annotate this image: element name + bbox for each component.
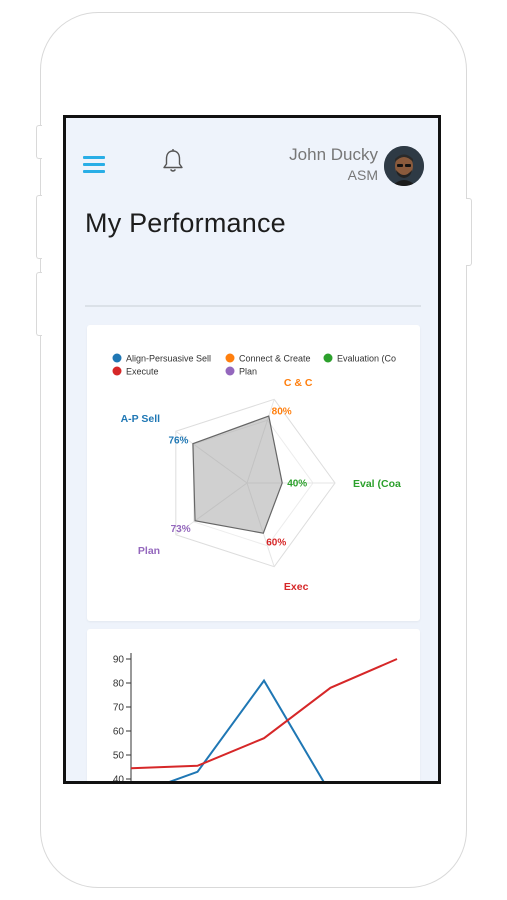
radar-axis-label-2: Exec [284,581,309,593]
phone-silent-switch [36,125,42,159]
radar-axis-label-3: Plan [138,545,160,557]
legend-label-1: Connect & Create [239,354,311,364]
legend-marker-0 [112,353,122,363]
legend-marker-2 [323,353,333,363]
legend-marker-3 [112,366,122,376]
line-series-1 [130,658,398,770]
radar-chart: Align-Persuasive Sell Connect & Create Eva… [112,353,401,593]
user-role: ASM [347,167,378,183]
line-chart-card: 40 50 60 70 80 90 [87,629,420,785]
radar-value-label-2: 60% [266,538,286,549]
legend-marker-1 [225,353,235,363]
legend-label-0: Align-Persuasive Sell [126,354,211,364]
line-chart: 40 50 60 70 80 90 [113,653,398,785]
y-tick-label-60: 60 [113,727,125,738]
radar-value-label-3: 73% [171,524,191,535]
phone-volume-down-button [36,272,42,336]
radar-axis-label-4: A-P Sell [121,413,161,425]
app-header: John Ducky ASM [66,118,438,198]
user-avatar[interactable] [384,146,424,186]
radar-data-area [192,415,283,534]
radar-axis-label-0: C & C [284,377,313,389]
bell-icon[interactable] [162,148,184,174]
hamburger-menu-icon[interactable] [83,156,105,173]
line-series-0 [169,678,325,781]
y-tick-label-40: 40 [113,775,125,785]
phone-power-button [466,198,472,266]
header-divider [85,305,421,307]
legend-label-3: Execute [126,367,159,377]
user-name: John Ducky [289,145,378,164]
legend-label-4: Plan [239,367,257,377]
radar-axis-label-1: Eval (Coa [353,478,401,490]
radar-chart-card: Align-Persuasive Sell Connect & Create Eva… [87,325,420,621]
phone-volume-up-button [36,195,42,259]
y-tick-label-70: 70 [113,703,125,714]
radar-value-label-0: 80% [272,407,292,418]
y-tick-label-90: 90 [113,655,125,666]
radar-value-label-1: 40% [287,479,307,490]
app-screen: John Ducky ASM My Performance Align-Pers… [63,115,441,784]
y-tick-label-50: 50 [113,751,125,762]
y-tick-label-80: 80 [113,679,125,690]
radar-value-label-4: 76% [168,435,188,446]
page-title: My Performance [85,208,286,238]
legend-label-2: Evaluation (Co [337,354,396,364]
legend-marker-4 [225,366,235,376]
